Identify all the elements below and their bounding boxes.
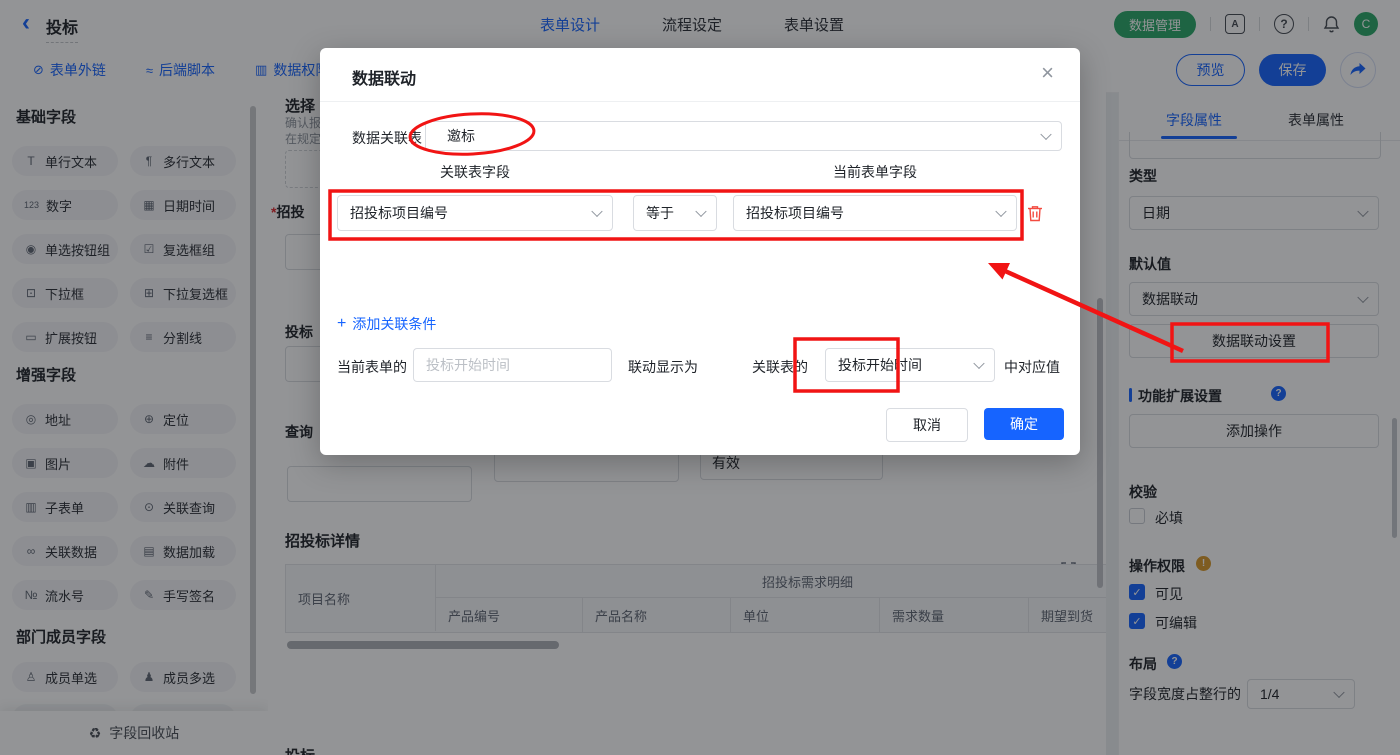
chevron-down-icon — [695, 206, 706, 217]
confirm-button[interactable]: 确定 — [984, 408, 1064, 440]
chevron-down-icon — [995, 206, 1006, 217]
add-condition-label: 添加关联条件 — [352, 314, 436, 334]
relation-table-value: 邀标 — [447, 126, 475, 146]
relation-table-of-label: 关联表的 — [752, 357, 808, 377]
header-relation-field: 关联表字段 — [337, 162, 613, 182]
data-linkage-modal: 数据联动 × 数据关联表 邀标 关联表字段 当前表单字段 招投标项目编号 等于 … — [320, 48, 1080, 455]
cancel-button[interactable]: 取消 — [886, 408, 968, 442]
header-current-field: 当前表单字段 — [733, 162, 1017, 182]
corresponding-value-label: 中对应值 — [1004, 357, 1060, 377]
condition-operator-select[interactable]: 等于 — [633, 195, 717, 231]
condition-operator-value: 等于 — [646, 203, 674, 223]
relation-table-label: 数据关联表 — [352, 128, 422, 148]
form-designer-app: ‹ 投标 表单设计 流程设定 表单设置 数据管理 A ? C ⊘ — [0, 0, 1400, 755]
plus-icon: + — [337, 315, 346, 333]
relation-table-select[interactable]: 邀标 — [425, 121, 1062, 151]
close-icon[interactable]: × — [1041, 62, 1054, 84]
condition-left-select[interactable]: 招投标项目编号 — [337, 195, 613, 231]
add-condition-link[interactable]: + 添加关联条件 — [337, 314, 436, 334]
condition-right-value: 招投标项目编号 — [746, 203, 844, 223]
modal-title: 数据联动 — [352, 65, 416, 89]
chevron-down-icon — [973, 358, 984, 369]
condition-left-value: 招投标项目编号 — [350, 203, 448, 223]
delete-condition-icon[interactable] — [1027, 205, 1043, 227]
current-form-label: 当前表单的 — [337, 357, 407, 377]
relation-field-value: 投标开始时间 — [838, 355, 922, 375]
chevron-down-icon — [1040, 129, 1051, 140]
divider — [320, 101, 1080, 102]
display-as-label: 联动显示为 — [628, 357, 698, 377]
condition-right-select[interactable]: 招投标项目编号 — [733, 195, 1017, 231]
chevron-down-icon — [591, 206, 602, 217]
current-field-input[interactable] — [413, 348, 612, 382]
relation-field-select[interactable]: 投标开始时间 — [825, 348, 995, 382]
